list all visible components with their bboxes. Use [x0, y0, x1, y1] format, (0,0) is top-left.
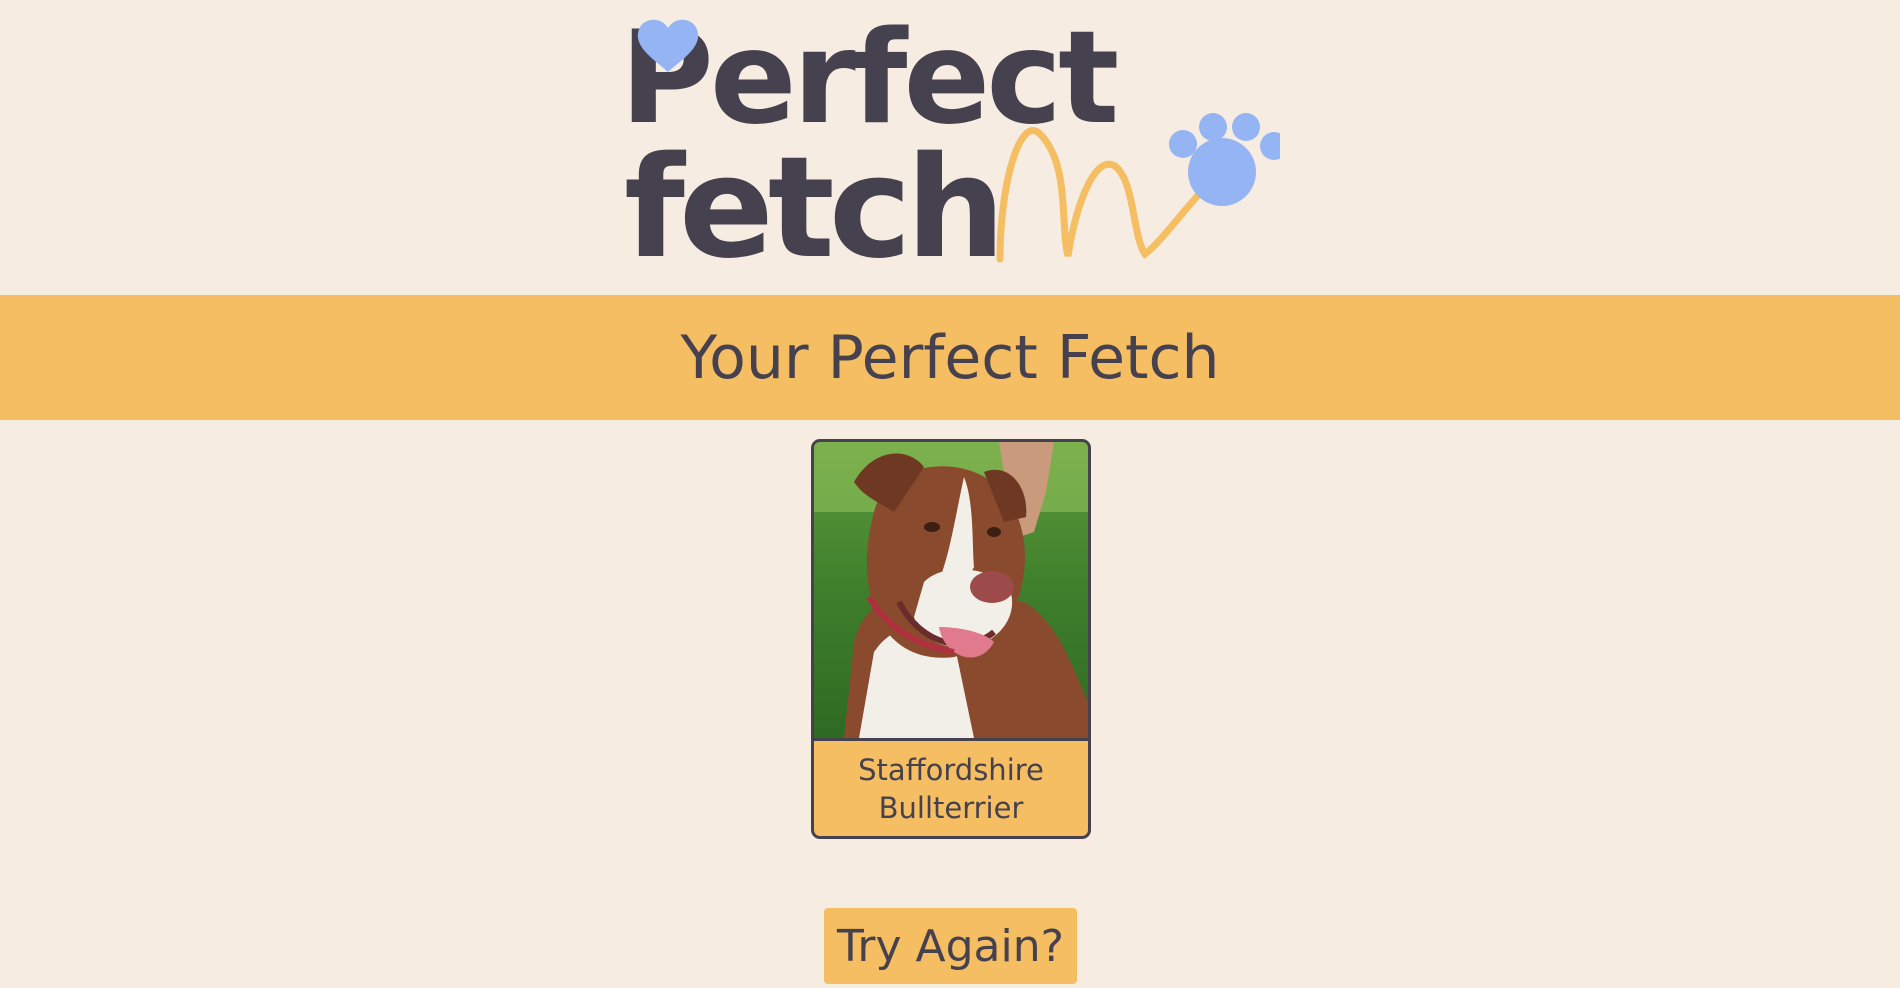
page-title: Your Perfect Fetch: [680, 322, 1220, 393]
logo-line2: fetch: [624, 127, 999, 270]
site-logo[interactable]: Perfect fetch: [620, 4, 1280, 270]
page: Perfect fetch Your Perfect Fetch Staffor…: [0, 0, 1900, 988]
breed-label: Staffordshire Bullterrier: [858, 752, 1044, 825]
dog-photo: [814, 442, 1088, 741]
breed-result-card[interactable]: Staffordshire Bullterrier: [811, 439, 1091, 839]
breed-name: Staffordshire Bullterrier: [814, 741, 1088, 836]
try-again-button[interactable]: Try Again?: [824, 908, 1077, 984]
result-banner: Your Perfect Fetch: [0, 295, 1900, 420]
paw-print-icon: [1169, 113, 1280, 206]
